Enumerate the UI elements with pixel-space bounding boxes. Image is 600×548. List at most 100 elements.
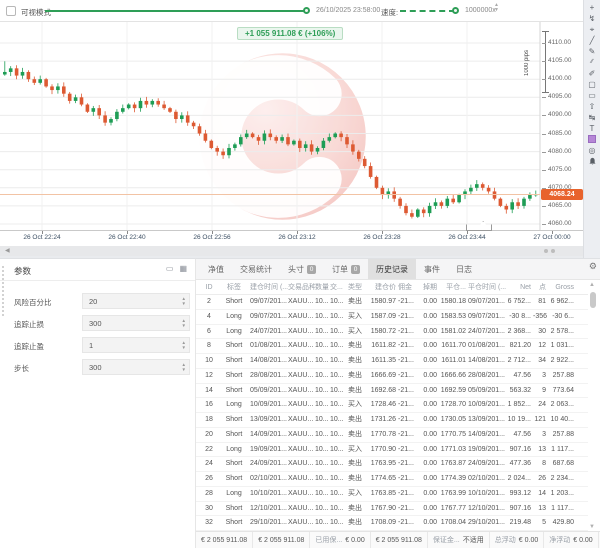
speed-slider-track[interactable] [400, 10, 455, 12]
table-cell: 1770.78 [370, 430, 396, 438]
candle [168, 108, 172, 112]
table-cell: 14/09/201... [468, 430, 505, 438]
cursor-lightning-icon[interactable]: ↯ [586, 13, 599, 24]
multi-line-icon[interactable]: ∕∕ [586, 57, 599, 68]
spinner-stepper[interactable]: ▲ ▼ [182, 340, 186, 350]
table-row[interactable]: 6 Long 24/07/201... XAUU... 10... 10... 买入 1580… [196, 325, 588, 340]
scroll-down-icon[interactable]: ▼ [589, 524, 595, 530]
tab-订单[interactable]: 订单 0 [324, 259, 368, 279]
parameter-input[interactable]: 1 ▲ ▼ [82, 337, 190, 353]
table-cell: Short [225, 371, 243, 379]
table-cell: 0.00 [423, 327, 437, 335]
speed-slider-handle[interactable] [452, 7, 459, 14]
candle [339, 133, 343, 138]
trendline-icon[interactable]: ╱ [586, 35, 599, 46]
parameter-input[interactable]: 300 ▲ ▼ [82, 315, 190, 331]
table-cell: -21... [398, 327, 414, 335]
ellipse-icon[interactable]: ◎ [586, 145, 599, 156]
table-cell: 30 [538, 327, 546, 335]
speed-stepper[interactable]: ▲ ▼ [494, 3, 499, 13]
text-tool-icon[interactable]: T [586, 123, 599, 134]
grid-icon[interactable]: ▦ [179, 264, 187, 273]
scroll-thumb[interactable] [590, 292, 596, 308]
table-row[interactable]: 12 Short 28/08/201... XAUU... 10... 10... 卖出 16… [196, 369, 588, 384]
table-cell: 1611.70 [441, 342, 466, 350]
tab-交易统计[interactable]: 交易统计 [232, 259, 280, 279]
table-cell: 10... [330, 475, 344, 482]
parameter-input[interactable]: 300 ▲ ▼ [82, 359, 190, 375]
tab-历史记录[interactable]: 历史记录 [368, 259, 416, 279]
tab-事件[interactable]: 事件 [416, 259, 448, 279]
table-row[interactable]: 16 Long 10/09/201... XAUU... 10... 10... 买入 172… [196, 398, 588, 413]
spinner-stepper[interactable]: ▲ ▼ [182, 318, 186, 328]
arrow-shape-icon[interactable]: ⇧ [586, 101, 599, 112]
table-row[interactable]: 26 Short 02/10/201... XAUU... 10... 10... 卖出 17… [196, 472, 588, 487]
fib-channel-icon[interactable]: ↹ [586, 112, 599, 123]
table-cell: 09/07/201... [250, 298, 287, 305]
table-vscrollbar[interactable]: ▲ ▼ [588, 282, 598, 530]
candle [215, 147, 219, 152]
pencil-icon[interactable]: ✎ [586, 46, 599, 57]
table-row[interactable]: 18 Short 13/09/201... XAUU... 10... 10... 卖出 17… [196, 413, 588, 428]
scroll-left-icon[interactable]: ◀ [5, 247, 10, 254]
table-cell: 0.00 [423, 357, 437, 364]
table-cell: -21... [398, 430, 414, 438]
table-row[interactable]: 22 Long 19/09/201... XAUU... 10... 10... 买入 177… [196, 443, 588, 458]
timeline-slider-handle[interactable] [303, 7, 310, 14]
table-cell: 26 [205, 475, 213, 482]
table-cell: 10... [315, 342, 329, 350]
time-axis[interactable]: 26 Oct 22:24 26 Oct 22:40 26 Oct 22:56 26 O… [0, 230, 583, 246]
table-row[interactable]: 2 Short 09/07/201... XAUU... 10... 10... 卖出 158… [196, 295, 588, 310]
table-row[interactable]: 4 Long 09/07/201... XAUU... 10... 10... 买入 1587… [196, 310, 588, 325]
visual-mode-checkbox[interactable] [6, 6, 16, 16]
bell-icon[interactable] [586, 156, 599, 167]
history-table[interactable]: 2 Short 09/07/201... XAUU... 10... 10... 卖出 158… [196, 295, 588, 531]
table-row[interactable]: 14 Short 05/09/201... XAUU... 10... 10... 卖出 16… [196, 384, 588, 399]
table-cell: 9 [542, 386, 546, 394]
pen-icon[interactable]: ✐ [586, 68, 599, 79]
candle [445, 198, 450, 206]
table-row[interactable]: 8 Short 01/08/201... XAUU... 10... 10... 卖出 161… [196, 339, 588, 354]
table-cell: 05/09/201... [250, 386, 287, 394]
table-cell: 2 [207, 298, 211, 305]
candle [3, 71, 7, 75]
table-row[interactable]: 10 Short 14/08/201... XAUU... 10... 10... 卖出 16… [196, 354, 588, 369]
table-cell: 12/10/201... [468, 504, 505, 512]
chart-hscrollbar[interactable]: ◀ [0, 246, 583, 256]
candle [233, 144, 237, 148]
table-row[interactable]: 30 Short 12/10/201... XAUU... 10... 10... 卖出 17… [196, 502, 588, 517]
rectangle-icon[interactable]: ▭ [586, 90, 599, 101]
scroll-resize-dots[interactable] [544, 249, 555, 253]
tab-日志[interactable]: 日志 [448, 259, 480, 279]
table-cell: 10... [330, 371, 344, 379]
playback-toolbar: 可视模式 26/10/2025 23:58:00 速度: 1000000x ▲ ▼ [0, 0, 583, 22]
candlestick-chart[interactable]: +1 055 911.08 € (+106%) 1000 pips 4110.0… [0, 22, 583, 246]
table-cell: 2 368... [507, 327, 531, 335]
crosshair-icon[interactable]: ⌖ [586, 24, 599, 35]
table-row[interactable]: 28 Long 10/10/201... XAUU... 10... 10... 买入 176… [196, 487, 588, 502]
spinner-stepper[interactable]: ▲ ▼ [182, 362, 186, 372]
add-icon[interactable]: + [586, 2, 599, 13]
gear-icon[interactable]: ⚙ [589, 261, 597, 272]
table-cell: -30 8... [509, 312, 531, 320]
candle [256, 137, 261, 141]
playback-datetime: 26/10/2025 23:58:00 [316, 7, 381, 14]
bottom-panel: 净值 交易统计 头寸 0 订单 0 历史记录 事件 日志 ID 标签 建仓时间 (... 交易品种 数量… [195, 258, 600, 548]
table-cell: 219.48 [509, 519, 531, 527]
spinner-stepper[interactable]: ▲ ▼ [182, 296, 186, 306]
table-row[interactable]: 20 Short 14/09/201... XAUU... 10... 10... 卖出 17… [196, 428, 588, 443]
parameter-input[interactable]: 20 ▲ ▼ [82, 293, 190, 309]
scroll-up-icon[interactable]: ▲ [589, 282, 595, 288]
timeline-slider-track[interactable] [45, 10, 307, 12]
table-row[interactable]: 32 Short 29/10/201... XAUU... 10... 10... 卖出 17… [196, 516, 588, 531]
window-icon[interactable]: ▭ [166, 264, 174, 273]
candle [333, 133, 337, 138]
tab-净值[interactable]: 净值 [200, 259, 232, 279]
color-swatch-icon[interactable] [586, 134, 599, 145]
tab-头寸[interactable]: 头寸 0 [280, 259, 324, 279]
candle [345, 137, 349, 145]
table-row[interactable]: 24 Short 24/09/201... XAUU... 10... 10... 卖出 17… [196, 457, 588, 472]
chart-plot[interactable] [0, 22, 583, 230]
table-cell: 10... [315, 460, 329, 468]
dashed-rect-icon[interactable]: ▢ [586, 79, 599, 90]
